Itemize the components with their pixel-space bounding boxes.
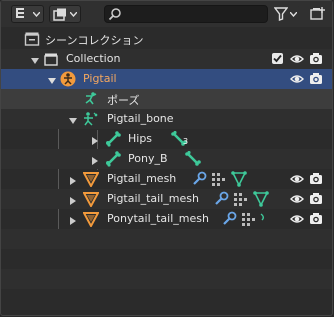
display-mode-dropdown[interactable] xyxy=(11,5,44,23)
armature-data-icon xyxy=(83,111,99,127)
eye-icon[interactable] xyxy=(290,172,304,186)
ponytail-tail-mesh-label: Ponytail_tail_mesh xyxy=(107,212,209,225)
exclude-checkbox[interactable] xyxy=(271,52,285,66)
bone-icon xyxy=(105,151,121,167)
scene-collection-label: シーンコレクション xyxy=(45,34,144,47)
child-count-badge: 3 xyxy=(183,137,189,146)
tree-row-pigtail[interactable]: Pigtail xyxy=(1,69,332,89)
pigtail-mesh-label: Pigtail_mesh xyxy=(107,172,177,185)
mesh-object-icon xyxy=(83,211,99,227)
scene-collection-icon xyxy=(24,31,40,47)
view-layer-dropdown[interactable] xyxy=(49,5,81,23)
expand-toggle[interactable] xyxy=(48,75,56,84)
new-collection-button[interactable] xyxy=(307,5,327,23)
search-input[interactable] xyxy=(104,5,268,23)
chevron-down-icon xyxy=(289,11,297,17)
mesh-data-icon xyxy=(253,191,269,207)
outliner-header xyxy=(1,1,332,27)
chevron-down-icon xyxy=(32,11,40,17)
eye-icon[interactable] xyxy=(290,72,304,86)
tree-row-collection[interactable]: Collection xyxy=(1,49,332,69)
curve-icon xyxy=(259,211,269,227)
empty-row xyxy=(1,249,332,269)
view-layer-icon xyxy=(53,8,67,21)
expand-toggle[interactable] xyxy=(69,195,77,205)
camera-icon[interactable] xyxy=(309,192,323,206)
filter-dropdown[interactable] xyxy=(270,5,300,23)
empty-row xyxy=(1,289,332,313)
camera-icon[interactable] xyxy=(309,52,323,66)
wrench-icon xyxy=(213,191,229,207)
tree-row-ponytail-tail-mesh[interactable]: Ponytail_tail_mesh xyxy=(1,209,332,229)
bone-icon xyxy=(105,131,121,147)
tree-row-pose[interactable]: ポーズ xyxy=(1,89,332,109)
new-collection-icon xyxy=(309,7,325,21)
chevron-down-icon xyxy=(70,11,77,17)
eye-icon[interactable] xyxy=(290,192,304,206)
camera-icon[interactable] xyxy=(309,72,323,86)
wrench-icon xyxy=(191,171,207,187)
camera-icon[interactable] xyxy=(309,172,323,186)
eye-icon[interactable] xyxy=(290,52,304,66)
mesh-object-icon xyxy=(83,191,99,207)
eye-icon[interactable] xyxy=(290,212,304,226)
pose-icon xyxy=(83,91,99,107)
tree-row-pigtail-mesh[interactable]: Pigtail_mesh xyxy=(1,169,332,189)
mesh-data-icon xyxy=(231,171,247,187)
tree-row-hips[interactable]: Hips 3 xyxy=(1,129,332,149)
tree-row-pony-b[interactable]: Pony_B xyxy=(1,149,332,169)
tree-row-pigtail-bone[interactable]: Pigtail_bone xyxy=(1,109,332,129)
mesh-object-icon xyxy=(83,171,99,187)
pony-b-label: Pony_B xyxy=(128,152,168,165)
vertex-group-icon xyxy=(233,191,249,207)
wrench-icon xyxy=(221,211,237,227)
vertex-group-icon xyxy=(241,211,257,227)
armature-object-icon xyxy=(60,71,76,87)
expand-toggle[interactable] xyxy=(69,115,77,124)
pigtail-label: Pigtail xyxy=(83,72,117,85)
collection-label: Collection xyxy=(66,52,121,65)
empty-row xyxy=(1,229,332,249)
camera-icon[interactable] xyxy=(309,212,323,226)
pose-label: ポーズ xyxy=(107,94,140,107)
tree-row-scene-collection[interactable]: シーンコレクション xyxy=(1,29,332,49)
filter-icon xyxy=(273,7,288,21)
empty-row xyxy=(1,269,332,289)
expand-toggle[interactable] xyxy=(91,135,99,145)
pigtail-bone-label: Pigtail_bone xyxy=(107,112,174,125)
expand-toggle[interactable] xyxy=(31,55,39,64)
pigtail-tail-mesh-label: Pigtail_tail_mesh xyxy=(107,192,199,205)
search-icon xyxy=(108,7,122,24)
hips-label: Hips xyxy=(128,132,153,145)
bone-icon xyxy=(185,151,201,167)
expand-toggle[interactable] xyxy=(69,175,77,185)
outliner-display-icon xyxy=(15,8,30,20)
expand-toggle[interactable] xyxy=(91,155,99,165)
vertex-group-icon xyxy=(211,171,227,187)
expand-toggle[interactable] xyxy=(69,215,77,225)
collection-icon xyxy=(43,51,59,67)
tree-row-pigtail-tail-mesh[interactable]: Pigtail_tail_mesh xyxy=(1,189,332,209)
